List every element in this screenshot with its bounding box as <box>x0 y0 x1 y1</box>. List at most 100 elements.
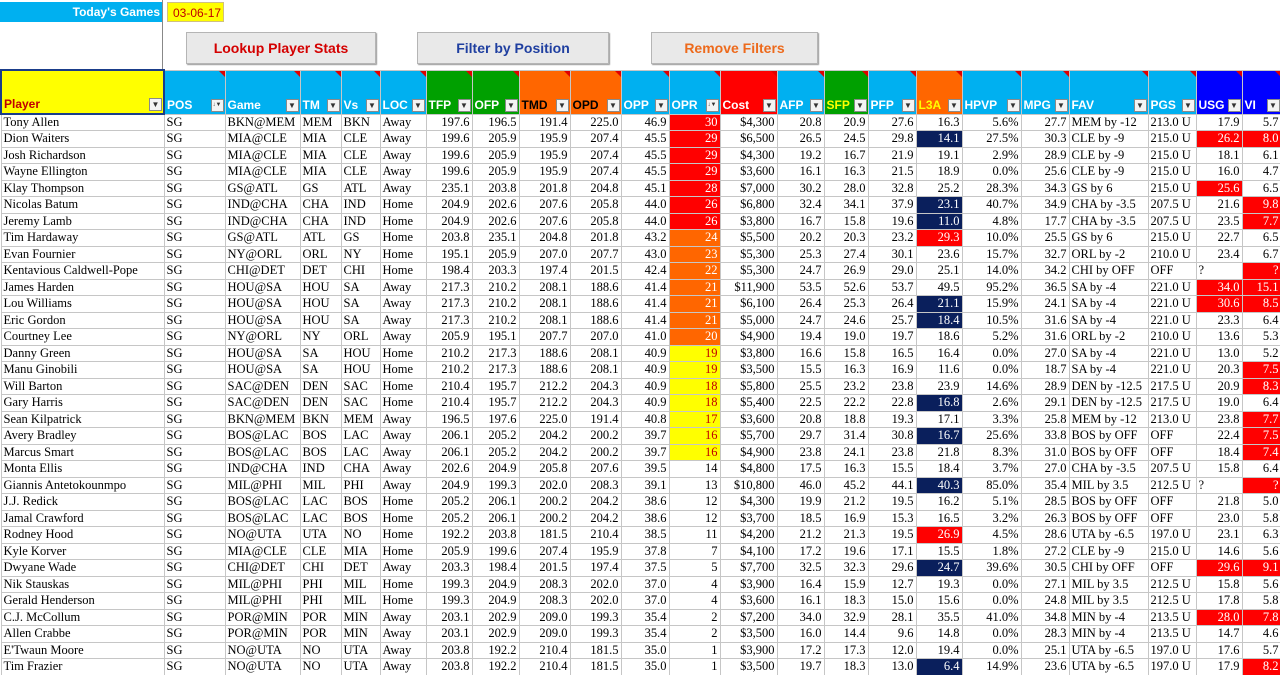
cell-pos[interactable]: SG <box>163 295 226 313</box>
cell-pgs[interactable]: 197.0 U <box>1147 641 1197 659</box>
cell-vi[interactable]: 6.5 <box>1241 229 1280 247</box>
cell-mpg[interactable]: 33.8 <box>1020 427 1070 445</box>
cell-vs[interactable]: HOU <box>340 361 381 379</box>
cell-pos[interactable]: SG <box>163 460 226 478</box>
cell-sfp[interactable]: 52.6 <box>823 278 869 296</box>
cell-tm[interactable]: NO <box>299 641 342 659</box>
cell-opp[interactable]: 35.4 <box>620 625 670 643</box>
cell-l3a[interactable]: 16.5 <box>915 509 963 527</box>
cell-afp[interactable]: 16.4 <box>776 575 825 593</box>
cell-cost[interactable]: $4,100 <box>719 542 778 560</box>
cell-game[interactable]: BOS@LAC <box>224 493 301 511</box>
cell-hpvp[interactable]: 5.1% <box>961 493 1022 511</box>
cell-l3a[interactable]: 23.1 <box>915 196 963 214</box>
cell-tm[interactable]: DET <box>299 262 342 280</box>
cell-opr[interactable]: 29 <box>668 130 721 148</box>
cell-mpg[interactable]: 34.2 <box>1020 262 1070 280</box>
cell-tm[interactable]: CHA <box>299 196 342 214</box>
table-row[interactable]: Avery Bradley SG BOS@LAC BOS LAC Away 206.1 205… <box>0 427 1280 445</box>
cell-opp[interactable]: 45.5 <box>620 146 670 164</box>
column-header-pgs[interactable]: PGS ▼ <box>1147 69 1197 115</box>
cell-fav[interactable]: MIL by 3.5 <box>1068 575 1149 593</box>
cell-pgs[interactable]: 210.0 U <box>1147 328 1197 346</box>
cell-tfp[interactable]: 217.3 <box>425 311 473 329</box>
cell-opd[interactable]: 181.5 <box>569 658 622 675</box>
cell-opd[interactable]: 204.2 <box>569 509 622 527</box>
cell-fav[interactable]: MIN by -4 <box>1068 608 1149 626</box>
table-row[interactable]: Dion Waiters SG MIA@CLE MIA CLE Away 199.6 205.… <box>0 130 1280 148</box>
cell-fav[interactable]: SA by -4 <box>1068 344 1149 362</box>
cell-vs[interactable]: NO <box>340 526 381 544</box>
cell-pos[interactable]: SG <box>163 443 226 461</box>
cell-loc[interactable]: Home <box>379 394 427 412</box>
cell-opp[interactable]: 37.0 <box>620 575 670 593</box>
cell-player[interactable]: Gary Harris <box>0 394 165 412</box>
cell-mpg[interactable]: 28.9 <box>1020 146 1070 164</box>
cell-ofp[interactable]: 217.3 <box>471 344 520 362</box>
cell-opr[interactable]: 21 <box>668 295 721 313</box>
cell-tm[interactable]: DEN <box>299 377 342 395</box>
cell-sfp[interactable]: 16.3 <box>823 460 869 478</box>
filter-dropdown-icon[interactable]: ▼ <box>1266 98 1280 112</box>
cell-tm[interactable]: BOS <box>299 427 342 445</box>
cell-tfp[interactable]: 217.3 <box>425 278 473 296</box>
cell-ofp[interactable]: 206.1 <box>471 493 520 511</box>
cell-pgs[interactable]: 221.0 U <box>1147 361 1197 379</box>
cell-pgs[interactable]: OFF <box>1147 559 1197 577</box>
cell-opd[interactable]: 197.4 <box>569 559 622 577</box>
table-row[interactable]: C.J. McCollum SG POR@MIN POR MIN Away 203.1 202… <box>0 608 1280 626</box>
table-row[interactable]: Giannis Antetokounmpo SG MIL@PHI MIL PHI Away… <box>0 476 1280 494</box>
cell-sfp[interactable]: 15.8 <box>823 212 869 230</box>
cell-fav[interactable]: BOS by OFF <box>1068 493 1149 511</box>
cell-player[interactable]: Marcus Smart <box>0 443 165 461</box>
cell-opd[interactable]: 188.6 <box>569 311 622 329</box>
cell-tmd[interactable]: 208.1 <box>518 295 571 313</box>
column-header-tmd[interactable]: TMD ▼ <box>518 69 571 115</box>
cell-opd[interactable]: 200.2 <box>569 443 622 461</box>
cell-pos[interactable]: SG <box>163 377 226 395</box>
cell-opr[interactable]: 7 <box>668 542 721 560</box>
cell-tmd[interactable]: 188.6 <box>518 344 571 362</box>
cell-usg[interactable]: 23.8 <box>1195 410 1243 428</box>
cell-tfp[interactable]: 199.3 <box>425 592 473 610</box>
cell-loc[interactable]: Home <box>379 344 427 362</box>
cell-pfp[interactable]: 30.1 <box>867 245 917 263</box>
filter-dropdown-icon[interactable]: ▼ <box>901 98 915 112</box>
cell-sfp[interactable]: 18.3 <box>823 592 869 610</box>
cell-vs[interactable]: MIN <box>340 625 381 643</box>
table-row[interactable]: Courtney Lee SG NY@ORL NY ORL Away 205.9 195.1 2… <box>0 328 1280 346</box>
cell-vi[interactable]: 5.8 <box>1241 509 1280 527</box>
cell-tmd[interactable]: 191.4 <box>518 113 571 131</box>
cell-tfp[interactable]: 196.5 <box>425 410 473 428</box>
cell-opr[interactable]: 28 <box>668 179 721 197</box>
cell-opp[interactable]: 45.5 <box>620 163 670 181</box>
cell-usg[interactable]: 34.0 <box>1195 278 1243 296</box>
cell-hpvp[interactable]: 10.0% <box>961 229 1022 247</box>
column-header-ofp[interactable]: OFP ▼ <box>471 69 520 115</box>
cell-opd[interactable]: 202.0 <box>569 575 622 593</box>
cell-vs[interactable]: MEM <box>340 410 381 428</box>
cell-ofp[interactable]: 206.1 <box>471 509 520 527</box>
cell-opd[interactable]: 204.3 <box>569 377 622 395</box>
cell-pos[interactable]: SG <box>163 146 226 164</box>
cell-pos[interactable]: SG <box>163 641 226 659</box>
cell-tm[interactable]: MIA <box>299 130 342 148</box>
cell-ofp[interactable]: 195.1 <box>471 328 520 346</box>
game-date-cell[interactable]: 03-06-17 <box>167 2 224 22</box>
cell-afp[interactable]: 19.7 <box>776 658 825 675</box>
cell-opp[interactable]: 38.6 <box>620 493 670 511</box>
cell-tfp[interactable]: 203.8 <box>425 229 473 247</box>
cell-opr[interactable]: 5 <box>668 559 721 577</box>
cell-pos[interactable]: SG <box>163 410 226 428</box>
cell-pgs[interactable]: 207.5 U <box>1147 212 1197 230</box>
cell-pgs[interactable]: 221.0 U <box>1147 311 1197 329</box>
cell-game[interactable]: NY@ORL <box>224 245 301 263</box>
cell-tfp[interactable]: 203.1 <box>425 625 473 643</box>
cell-cost[interactable]: $3,600 <box>719 592 778 610</box>
cell-usg[interactable]: 17.9 <box>1195 113 1243 131</box>
cell-vs[interactable]: BOS <box>340 509 381 527</box>
cell-vs[interactable]: SA <box>340 278 381 296</box>
cell-player[interactable]: Kyle Korver <box>0 542 165 560</box>
cell-pfp[interactable]: 16.5 <box>867 344 917 362</box>
cell-tmd[interactable]: 209.0 <box>518 608 571 626</box>
